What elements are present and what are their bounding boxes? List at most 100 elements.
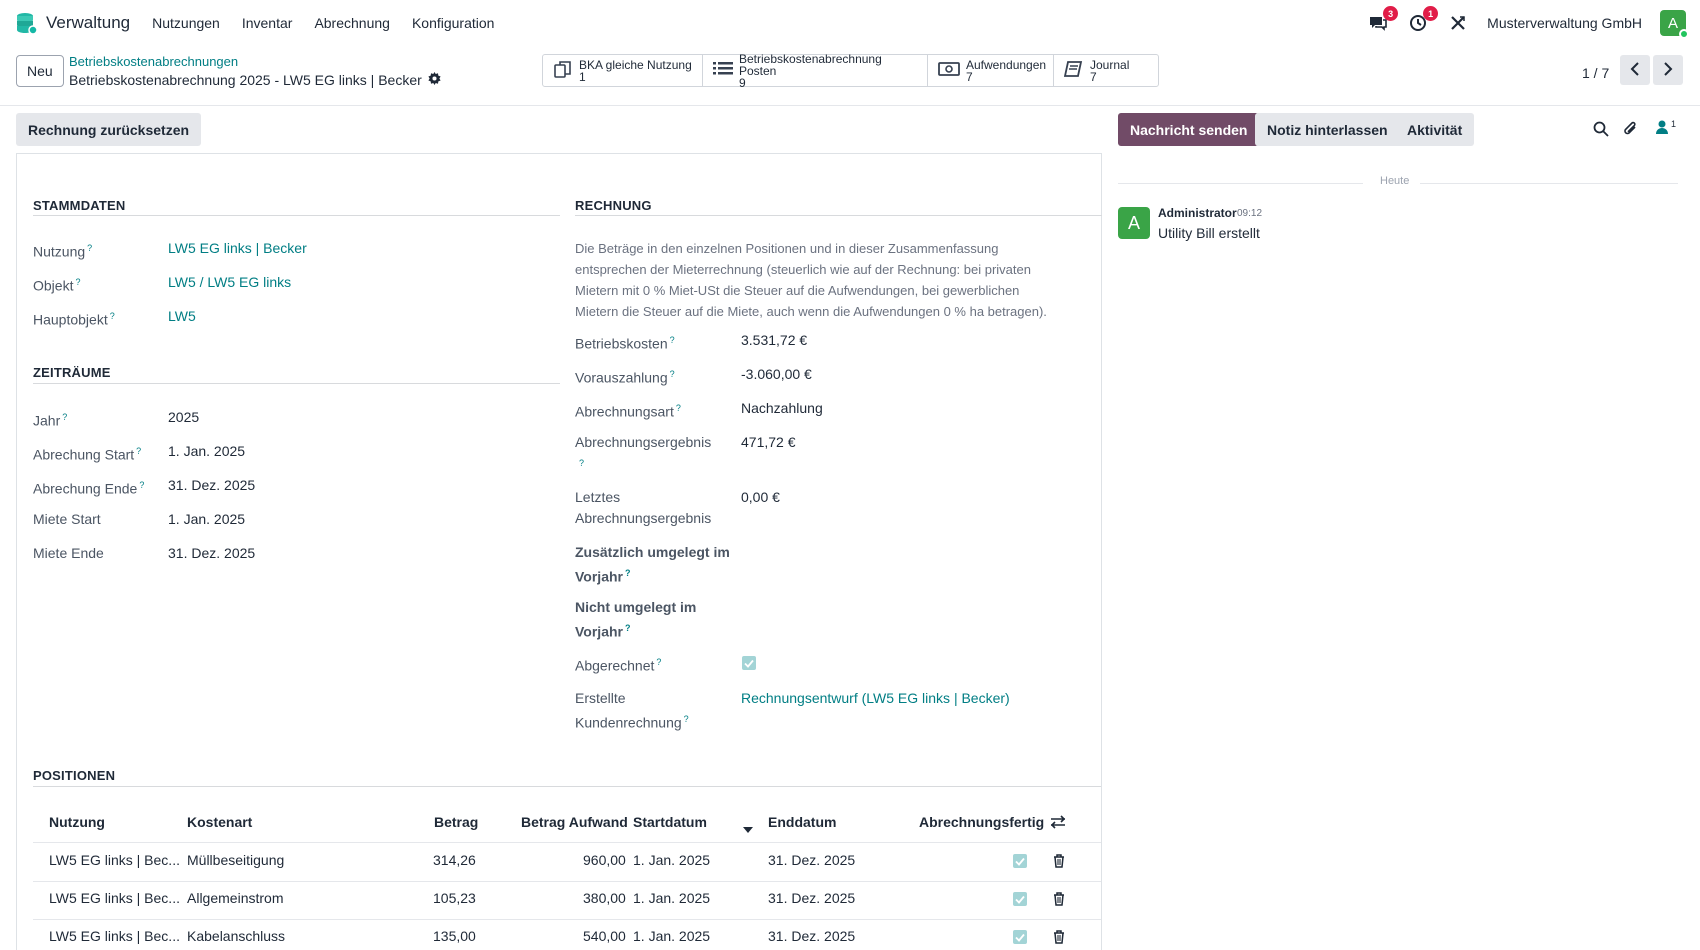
cell-betrag[interactable]: 314,26 xyxy=(433,852,476,868)
field-value-miete-ende[interactable]: 31. Dez. 2025 xyxy=(168,543,255,564)
cell-startdatum[interactable]: 1. Jan. 2025 xyxy=(633,890,710,906)
help-icon[interactable]: ? xyxy=(670,335,675,345)
section-divider xyxy=(575,215,1102,216)
cell-betrag-aufwand[interactable]: 380,00 xyxy=(583,890,626,906)
field-value-abrechnung-start[interactable]: 1. Jan. 2025 xyxy=(168,441,245,462)
help-icon[interactable]: ? xyxy=(136,446,141,456)
cell-betrag-aufwand[interactable]: 960,00 xyxy=(583,852,626,868)
field-value-hauptobjekt[interactable]: LW5 xyxy=(168,306,196,327)
cell-kostenart[interactable]: Kabelanschluss xyxy=(187,928,285,944)
cell-startdatum[interactable]: 1. Jan. 2025 xyxy=(633,852,710,868)
trash-icon[interactable] xyxy=(1053,854,1065,871)
help-icon[interactable]: ? xyxy=(579,458,584,468)
field-value-objekt[interactable]: LW5 / LW5 EG links xyxy=(168,272,291,293)
activity-button[interactable]: Aktivität xyxy=(1395,113,1475,146)
app-logo-icon[interactable] xyxy=(14,11,38,35)
field-label-objekt: Objekt? xyxy=(33,277,81,294)
trash-icon[interactable] xyxy=(1053,930,1065,947)
field-value-jahr[interactable]: 2025 xyxy=(168,407,199,428)
column-settings-icon[interactable] xyxy=(1050,815,1066,832)
smart-button-bka-gleiche-nutzung[interactable]: BKA gleiche Nutzung 1 xyxy=(543,55,703,86)
control-panel: Neu Betriebskostenabrechnungen Betriebsk… xyxy=(0,46,1700,106)
field-value-miete-start[interactable]: 1. Jan. 2025 xyxy=(168,509,245,530)
reset-invoice-button[interactable]: Rechnung zurücksetzen xyxy=(16,113,202,146)
cell-enddatum[interactable]: 31. Dez. 2025 xyxy=(768,890,855,906)
help-icon[interactable]: ? xyxy=(87,243,92,253)
trash-icon[interactable] xyxy=(1053,892,1065,909)
help-icon[interactable]: ? xyxy=(62,412,67,422)
help-icon[interactable]: ? xyxy=(110,311,115,321)
cell-enddatum[interactable]: 31. Dez. 2025 xyxy=(768,852,855,868)
smart-buttons: BKA gleiche Nutzung 1 Betriebskostenabrec… xyxy=(542,53,1159,89)
search-icon[interactable] xyxy=(1593,121,1609,140)
smart-button-journal[interactable]: Journal 7 xyxy=(1054,55,1158,86)
column-header-enddatum[interactable]: Enddatum xyxy=(768,814,836,830)
send-message-button[interactable]: Nachricht senden xyxy=(1118,113,1260,146)
field-label-letztes-abrechnungsergebnis: Letztes Abrechnungsergebnis xyxy=(575,489,712,526)
breadcrumb[interactable]: Betriebskostenabrechnungen xyxy=(69,54,238,69)
company-switcher[interactable]: Musterverwaltung GmbH xyxy=(1487,15,1642,31)
new-button[interactable]: Neu xyxy=(16,55,64,87)
cell-nutzung[interactable]: LW5 EG links | Bec... xyxy=(49,852,180,868)
followers-button[interactable]: 1 xyxy=(1655,119,1676,138)
cell-kostenart[interactable]: Allgemeinstrom xyxy=(187,890,283,906)
message-author[interactable]: Administrator xyxy=(1158,206,1237,220)
help-icon[interactable]: ? xyxy=(139,480,144,490)
field-label-abgerechnet: Abgerechnet? xyxy=(575,657,662,674)
help-icon[interactable]: ? xyxy=(656,657,661,667)
pager-value[interactable]: 1 / 7 xyxy=(1582,65,1609,81)
field-value-kundenrechnung[interactable]: Rechnungsentwurf (LW5 EG links | Becker) xyxy=(741,688,1010,709)
cell-nutzung[interactable]: LW5 EG links | Bec... xyxy=(49,890,180,906)
messages-icon[interactable]: 3 xyxy=(1367,6,1399,34)
help-icon[interactable]: ? xyxy=(625,623,631,633)
paperclip-icon[interactable] xyxy=(1623,120,1639,141)
smart-button-aufwendungen[interactable]: Aufwendungen 7 xyxy=(928,55,1054,86)
field-value-letztes-abrechnungsergebnis: 0,00 € xyxy=(741,489,780,505)
cell-nutzung[interactable]: LW5 EG links | Bec... xyxy=(49,928,180,944)
tools-icon[interactable] xyxy=(1447,12,1469,34)
message-author-avatar[interactable]: A xyxy=(1118,207,1150,239)
cell-betrag-aufwand[interactable]: 540,00 xyxy=(583,928,626,944)
column-header-nutzung[interactable]: Nutzung xyxy=(49,814,105,830)
row-abrechnungsfertig-checkbox[interactable] xyxy=(1013,930,1027,944)
smart-button-count: 7 xyxy=(1090,69,1097,84)
gear-icon[interactable] xyxy=(428,72,441,88)
followers-count: 1 xyxy=(1671,119,1677,129)
user-avatar[interactable]: A xyxy=(1660,10,1689,39)
column-header-betrag-aufwand[interactable]: Betrag Aufwand xyxy=(521,814,628,830)
row-abrechnungsfertig-checkbox[interactable] xyxy=(1013,892,1027,906)
cell-betrag[interactable]: 135,00 xyxy=(433,928,476,944)
cell-startdatum[interactable]: 1. Jan. 2025 xyxy=(633,928,710,944)
help-icon[interactable]: ? xyxy=(670,369,675,379)
field-value-nutzung[interactable]: LW5 EG links | Becker xyxy=(168,238,307,259)
column-header-abrechnungsfertig[interactable]: Abrechnungsfertig xyxy=(919,814,1044,830)
menu-konfiguration[interactable]: Konfiguration xyxy=(412,15,495,31)
smart-button-bka-posten[interactable]: Betriebskostenabrechnung Posten 9 xyxy=(703,53,928,89)
menu-nutzungen[interactable]: Nutzungen xyxy=(152,15,220,31)
user-icon xyxy=(1655,119,1669,138)
menu-abrechnung[interactable]: Abrechnung xyxy=(314,15,390,31)
rechnung-info-line-2: entsprechen der Mieterrechnung (steuerli… xyxy=(575,262,1031,277)
activity-clock-icon[interactable]: 1 xyxy=(1407,6,1439,34)
column-header-kostenart[interactable]: Kostenart xyxy=(187,814,252,830)
cell-betrag[interactable]: 105,23 xyxy=(433,890,476,906)
abgerechnet-checkbox[interactable] xyxy=(742,656,756,670)
money-icon xyxy=(938,61,960,80)
pager-previous-button[interactable] xyxy=(1620,55,1650,85)
field-value-abrechnung-ende[interactable]: 31. Dez. 2025 xyxy=(168,475,255,496)
log-note-button[interactable]: Notiz hinterlassen xyxy=(1255,113,1400,146)
help-icon[interactable]: ? xyxy=(684,714,689,724)
pager-next-button[interactable] xyxy=(1653,55,1683,85)
cell-enddatum[interactable]: 31. Dez. 2025 xyxy=(768,928,855,944)
help-icon[interactable]: ? xyxy=(625,568,631,578)
help-icon[interactable]: ? xyxy=(676,403,681,413)
menu-inventar[interactable]: Inventar xyxy=(242,15,293,31)
row-abrechnungsfertig-checkbox[interactable] xyxy=(1013,854,1027,868)
column-header-betrag[interactable]: Betrag xyxy=(434,814,478,830)
app-name[interactable]: Verwaltung xyxy=(46,13,130,33)
column-header-startdatum[interactable]: Startdatum xyxy=(633,814,707,830)
help-icon[interactable]: ? xyxy=(75,277,80,287)
cell-kostenart[interactable]: Müllbeseitigung xyxy=(187,852,284,868)
sort-descending-icon[interactable] xyxy=(743,820,753,836)
chevron-right-icon xyxy=(1663,61,1673,79)
